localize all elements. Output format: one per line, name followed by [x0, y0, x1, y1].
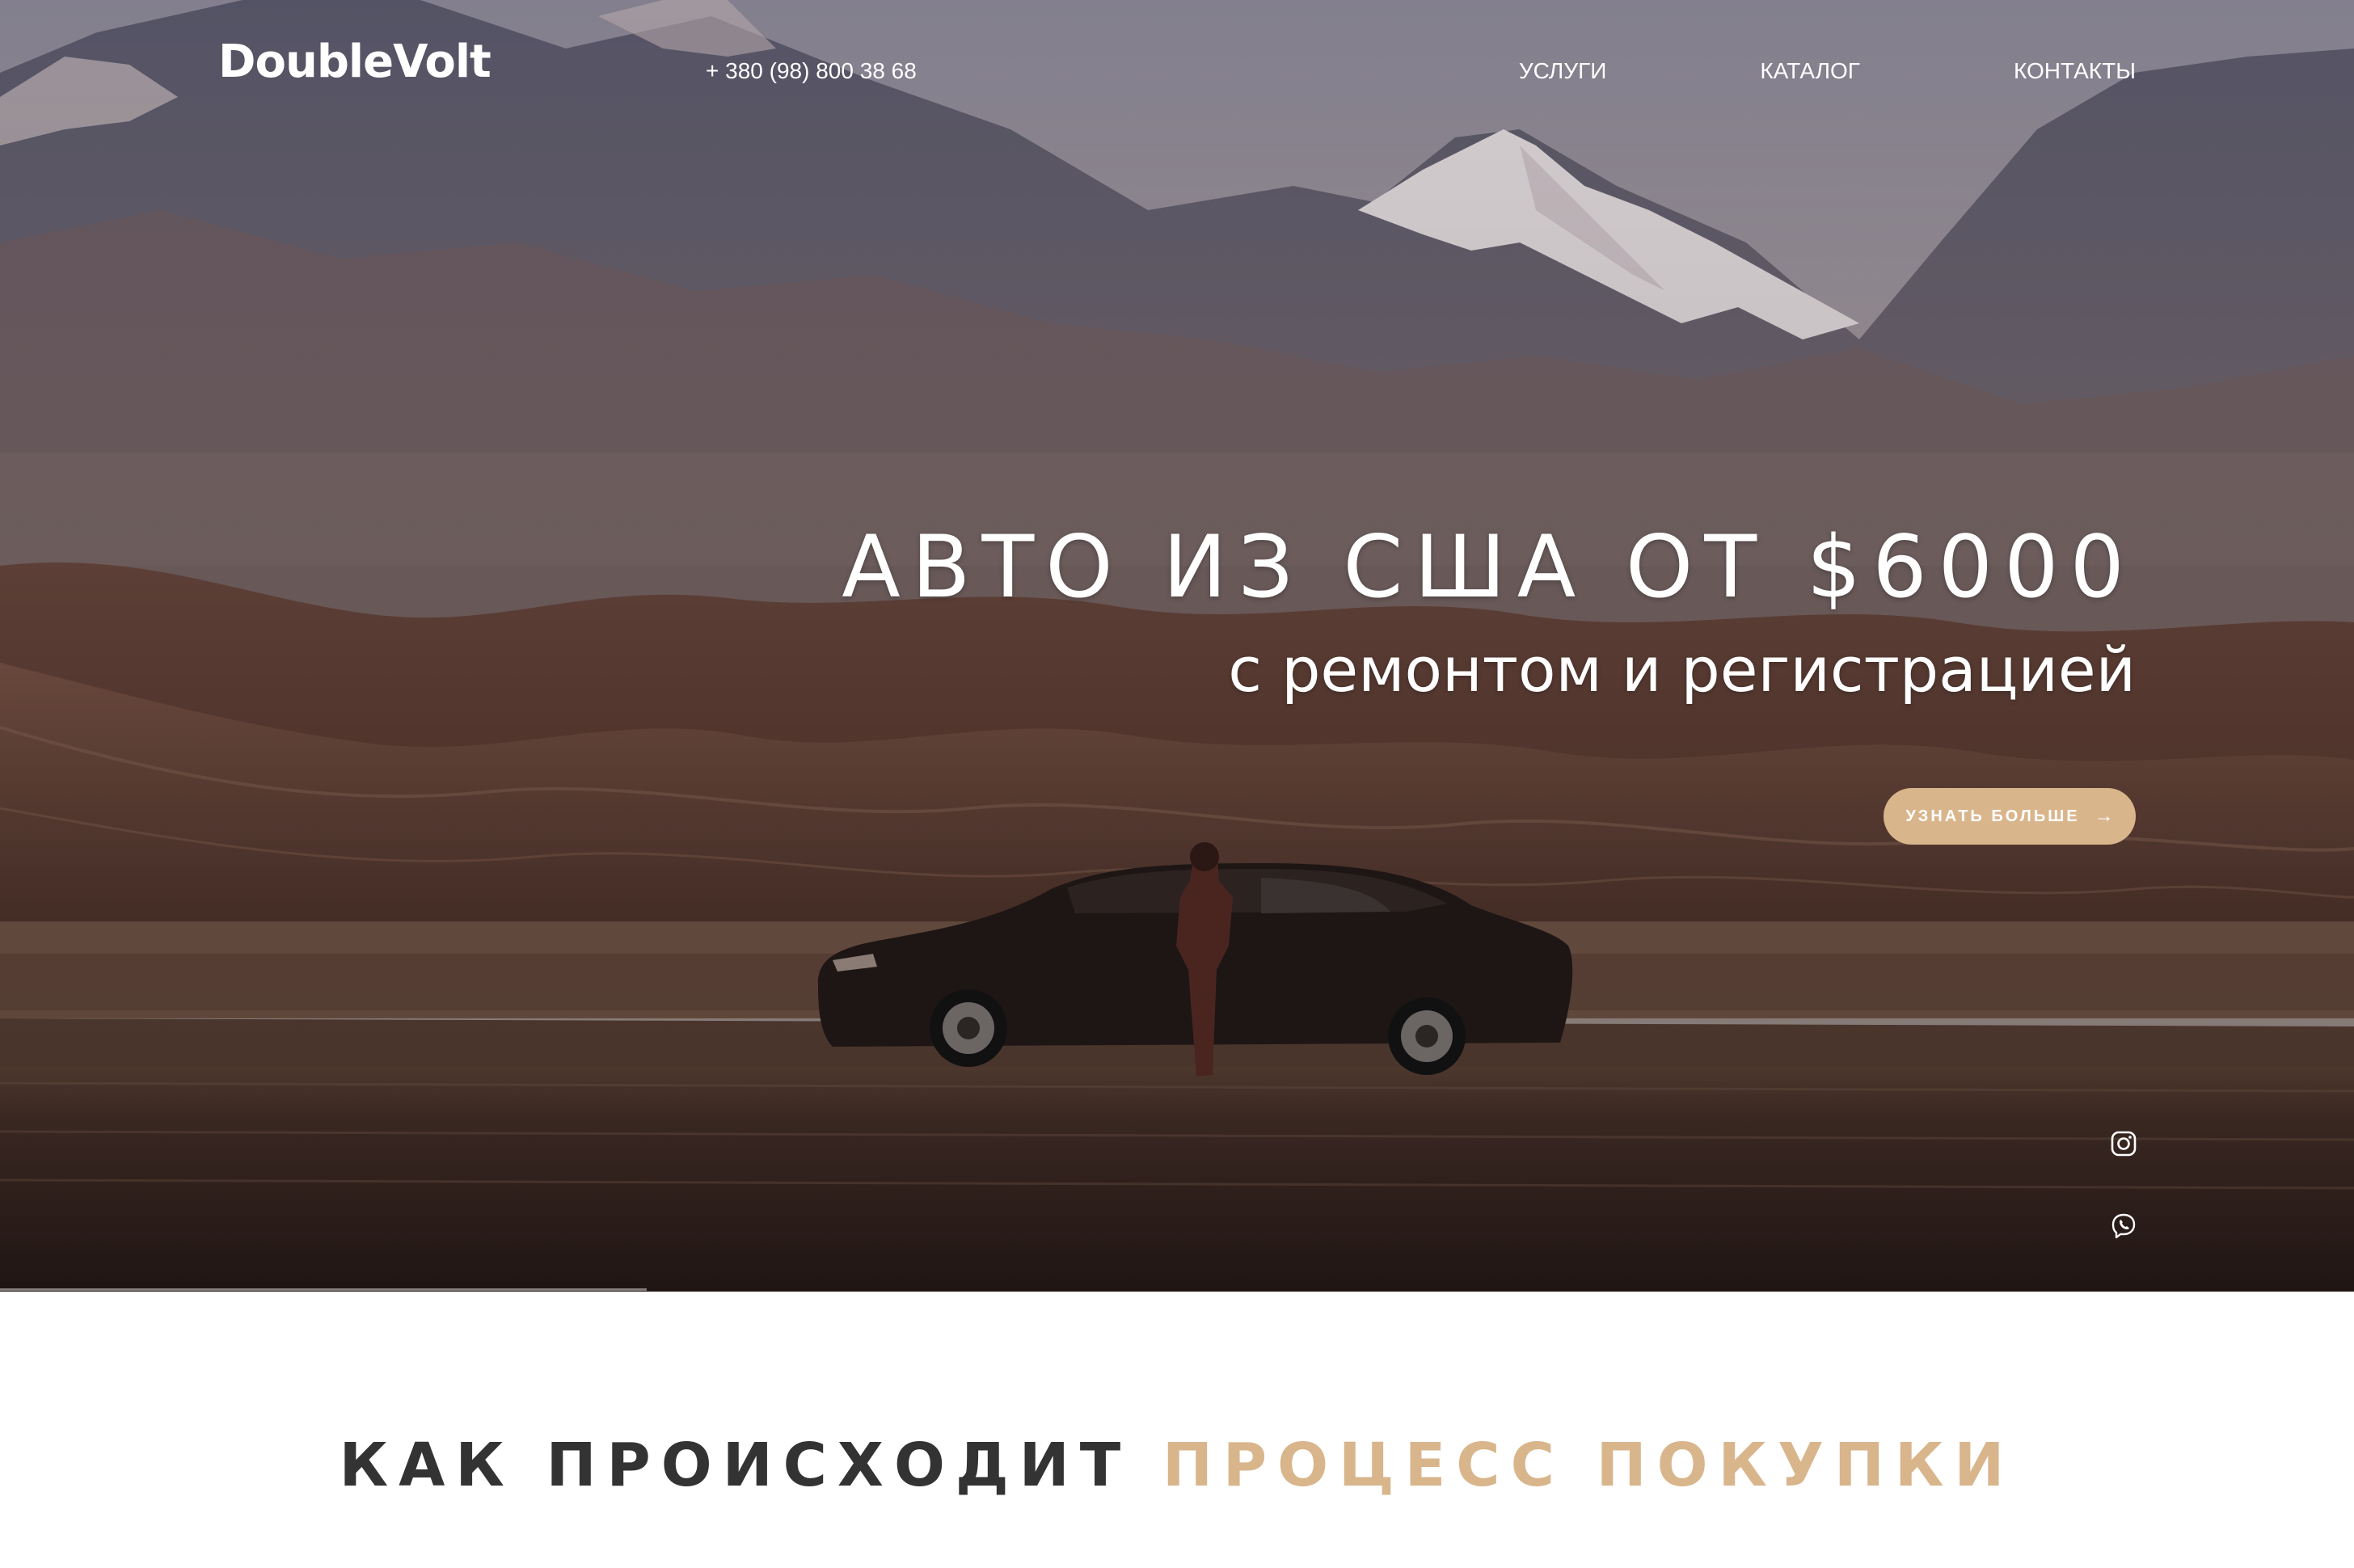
slider-progress-bar — [0, 1288, 647, 1291]
section-heading-part2: ПРОЦЕСС ПОКУПКИ — [1162, 1431, 2015, 1500]
nav-item-services[interactable]: УСЛУГИ — [1519, 58, 1607, 84]
main-nav: УСЛУГИ КАТАЛОГ КОНТАКТЫ — [1365, 58, 2136, 84]
viber-icon[interactable] — [2110, 1212, 2137, 1240]
section-heading-part1: КАК ПРОИСХОДИТ — [339, 1431, 1132, 1500]
nav-item-contacts[interactable]: КОНТАКТЫ — [2014, 58, 2136, 84]
learn-more-label: УЗНАТЬ БОЛЬШЕ — [1905, 807, 2080, 825]
hero-title: АВТО ИЗ США ОТ $6000 — [842, 517, 2136, 617]
nav-item-catalog[interactable]: КАТАЛОГ — [1760, 58, 1860, 84]
arrow-right-icon: → — [2094, 805, 2114, 827]
logo[interactable]: DoubleVolt — [218, 36, 491, 88]
section-heading: КАК ПРОИСХОДИТ ПРОЦЕСС ПОКУПКИ — [0, 1431, 2354, 1500]
hero-subtitle: с ремонтом и регистрацией — [1228, 634, 2136, 706]
learn-more-button[interactable]: УЗНАТЬ БОЛЬШЕ → — [1884, 788, 2136, 845]
phone-link[interactable]: + 380 (98) 800 38 68 — [706, 58, 917, 84]
hero-section: DoubleVolt + 380 (98) 800 38 68 УСЛУГИ К… — [0, 0, 2354, 1292]
instagram-icon[interactable] — [2110, 1130, 2137, 1157]
